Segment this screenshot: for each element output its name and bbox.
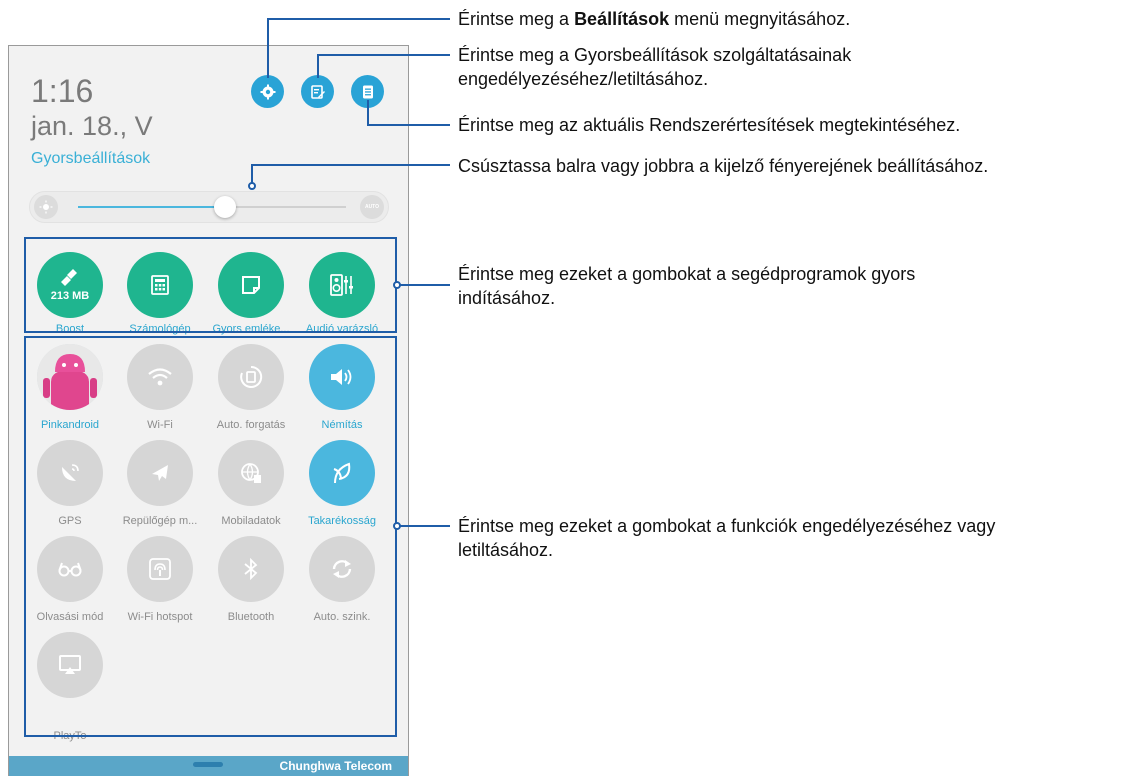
brightness-low-icon: [34, 195, 58, 219]
callout-dot-tools: [393, 281, 401, 289]
callout-quick-settings: Érintse meg a Gyorsbeállítások szolgálta…: [458, 45, 852, 89]
brightness-thumb[interactable]: [214, 196, 237, 218]
callout-notifications: Érintse meg az aktuális Rendszerértesíté…: [458, 115, 961, 135]
clock: 1:16: [31, 73, 94, 109]
callout-dot-functions: [393, 522, 401, 530]
brightness-fill: [78, 206, 226, 208]
callout-settings: Érintse meg a Beállítások menü megnyitás…: [458, 9, 851, 29]
status-footer: Chunghwa Telecom: [9, 756, 408, 776]
notification-list-icon: [362, 85, 373, 98]
callout-line-functions: [399, 525, 450, 527]
callout-dot-brightness: [248, 182, 256, 190]
auto-brightness-icon: AUTO: [364, 204, 380, 210]
carrier-name: Chunghwa Telecom: [279, 759, 392, 773]
gear-icon: [260, 84, 275, 99]
callout-settings-bold: Beállítások: [574, 9, 670, 29]
callout-tools: Érintse meg ezeket a gombokat a segédpro…: [458, 264, 916, 308]
edit-quick-settings-button[interactable]: [301, 75, 334, 108]
callout-line-edit-h: [317, 54, 450, 56]
settings-button[interactable]: [251, 75, 284, 108]
brightness-track: [78, 196, 346, 218]
callout-functions: Érintse meg ezeket a gombokat a funkciók…: [458, 516, 996, 560]
drag-handle[interactable]: [193, 762, 223, 767]
callout-line-notif-v: [367, 100, 369, 124]
auto-brightness-button[interactable]: AUTO: [360, 195, 384, 219]
functions-group-outline: [24, 336, 397, 737]
callout-line-settings-h: [267, 18, 450, 20]
edit-list-icon: [310, 84, 325, 99]
callout-line-brightness-h: [251, 164, 450, 166]
callout-line-notif-h: [367, 124, 450, 126]
callout-line-settings-v: [267, 18, 269, 78]
brightness-slider[interactable]: AUTO: [29, 191, 389, 223]
quick-settings-title: Gyorsbeállítások: [31, 150, 151, 167]
date: jan. 18., V: [31, 111, 153, 141]
callout-line-edit-v: [317, 54, 319, 78]
callout-brightness: Csúsztassa balra vagy jobbra a kijelző f…: [458, 156, 989, 176]
callout-line-tools: [399, 284, 450, 286]
tools-group-outline: [24, 237, 397, 333]
